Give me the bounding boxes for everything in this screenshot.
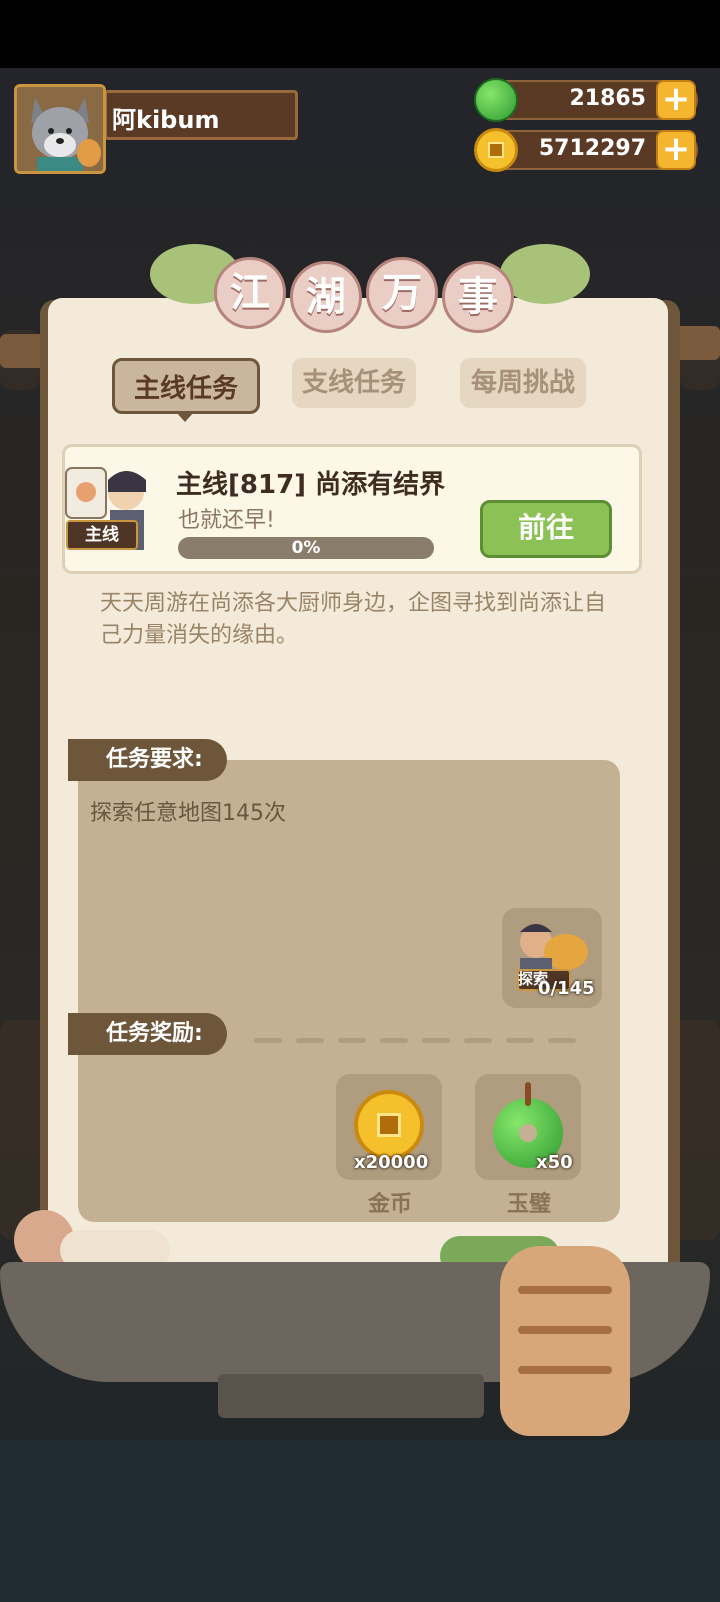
add-gold-button[interactable]: +: [656, 130, 696, 170]
reward-count: x50: [536, 1152, 573, 1173]
jade-currency-value: 21865: [569, 86, 646, 111]
tab-pointer: [176, 412, 194, 422]
reward-name: 金币: [367, 1192, 412, 1217]
gold-currency-value: 5712297: [538, 136, 646, 161]
quest-description: 天天周游在尚添各大厨师身边，企图寻找到尚添让自己力量消失的缘由。: [100, 591, 607, 648]
player-name: 阿kibum: [112, 106, 220, 134]
quest-progress-text: 0%: [291, 538, 321, 558]
reward-count: x20000: [354, 1152, 429, 1173]
water-floor: [0, 1440, 720, 1602]
bowl-base: [218, 1374, 484, 1418]
requirements-label: 任务要求:: [68, 739, 227, 781]
title-char: 江: [214, 257, 286, 329]
divider-dash: [296, 1038, 324, 1043]
player-avatar[interactable]: [14, 84, 106, 174]
divider-dash: [506, 1038, 534, 1043]
cat-decoration: [500, 1246, 630, 1436]
gold-coin-icon: [354, 1090, 424, 1160]
quest-title: 主线[817] 尚添有结界: [176, 470, 446, 500]
add-jade-button[interactable]: +: [656, 80, 696, 120]
quest-subtitle: 也就还早!: [178, 508, 275, 533]
reward-name: 玉璧: [506, 1192, 551, 1217]
tab-weekly-challenge[interactable]: 每周挑战: [460, 358, 586, 408]
main-quest-badge: 主线: [66, 520, 138, 550]
requirement-text: 探索任意地图145次: [90, 801, 286, 826]
status-bar: [0, 0, 720, 68]
wolf-avatar-icon: [17, 87, 103, 171]
explore-count: 0/145: [538, 978, 595, 999]
title-char: 事: [442, 261, 514, 333]
divider-dash: [338, 1038, 366, 1043]
tab-main-quest[interactable]: 主线任务: [112, 358, 260, 414]
divider-dash: [380, 1038, 408, 1043]
divider-dash: [422, 1038, 450, 1043]
divider-dash: [548, 1038, 576, 1043]
rewards-label: 任务奖励:: [68, 1013, 227, 1055]
divider-dash: [464, 1038, 492, 1043]
panel-title: 江 湖 万 事: [190, 255, 530, 333]
divider-dash: [254, 1038, 282, 1043]
title-char: 湖: [290, 261, 362, 333]
go-button[interactable]: 前往: [480, 500, 612, 558]
tab-side-quest[interactable]: 支线任务: [292, 358, 416, 408]
title-char: 万: [366, 257, 438, 329]
